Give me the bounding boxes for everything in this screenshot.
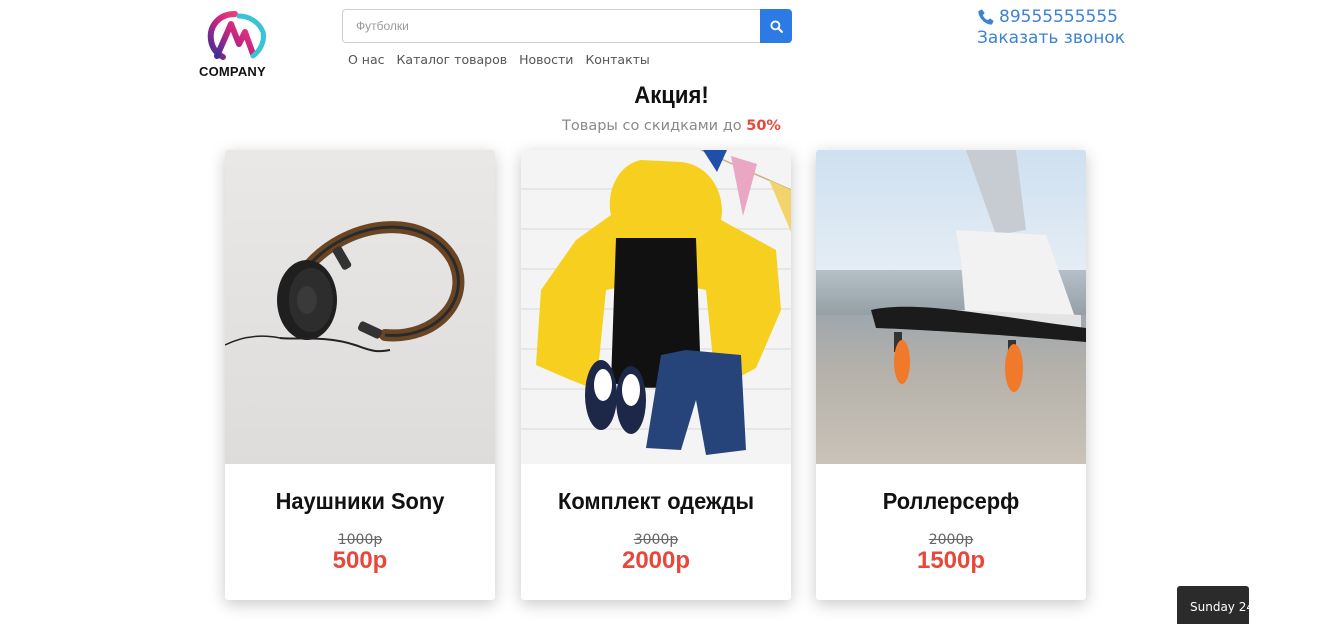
headphones-icon xyxy=(225,221,465,353)
nav-item-contacts[interactable]: Контакты xyxy=(585,52,649,67)
phone-icon xyxy=(978,9,994,25)
main-nav: О нас Каталог товаров Новости Контакты xyxy=(342,52,656,67)
date-widget[interactable]: Sunday 24 xyxy=(1177,586,1249,624)
callback-link[interactable]: Заказать звонок xyxy=(977,28,1177,48)
header-contacts: 89555555555 Заказать звонок xyxy=(977,7,1177,48)
product-card[interactable]: Комплект одежды 3000р 2000р xyxy=(521,150,791,600)
phone-number: 89555555555 xyxy=(999,7,1118,27)
promo-subtitle-text: Товары со скидками до xyxy=(562,118,742,134)
logo-text: COMPANY xyxy=(199,64,266,79)
nav-item-about[interactable]: О нас xyxy=(348,52,385,67)
search-icon xyxy=(769,19,783,33)
product-card[interactable]: Роллерсерф 2000р 1500р xyxy=(816,150,1086,600)
product-new-price: 500р xyxy=(332,547,388,574)
product-image-headphones[interactable] xyxy=(225,150,495,464)
search-input[interactable] xyxy=(342,9,760,43)
phone-link[interactable]: 89555555555 xyxy=(977,7,1177,27)
search-bar xyxy=(342,9,792,43)
product-name[interactable]: Роллерсерф xyxy=(823,488,1080,515)
rollersurf-icon xyxy=(816,150,1086,392)
product-image-rollersurf[interactable] xyxy=(816,150,1086,464)
search-button[interactable] xyxy=(760,9,792,43)
product-old-price: 2000р xyxy=(928,532,974,548)
product-name[interactable]: Комплект одежды xyxy=(528,488,785,515)
product-new-price: 2000р xyxy=(621,547,691,574)
promo-subtitle: Товары со скидками до 50% xyxy=(0,118,1343,134)
promo-title: Акция! xyxy=(634,82,709,109)
company-logo[interactable]: COMPANY xyxy=(199,10,279,80)
product-new-price: 1500р xyxy=(916,547,986,574)
promo-percent: 50% xyxy=(746,118,781,134)
product-old-price: 1000р xyxy=(337,532,383,548)
product-image-clothes[interactable] xyxy=(521,150,791,464)
nav-item-catalog[interactable]: Каталог товаров xyxy=(397,52,508,67)
logo-mark-icon xyxy=(207,11,266,60)
nav-item-news[interactable]: Новости xyxy=(519,52,573,67)
product-name[interactable]: Наушники Sony xyxy=(232,488,489,515)
product-old-price: 3000р xyxy=(633,532,679,548)
clothes-set-icon xyxy=(536,150,791,455)
product-card[interactable]: Наушники Sony 1000р 500р xyxy=(225,150,495,600)
